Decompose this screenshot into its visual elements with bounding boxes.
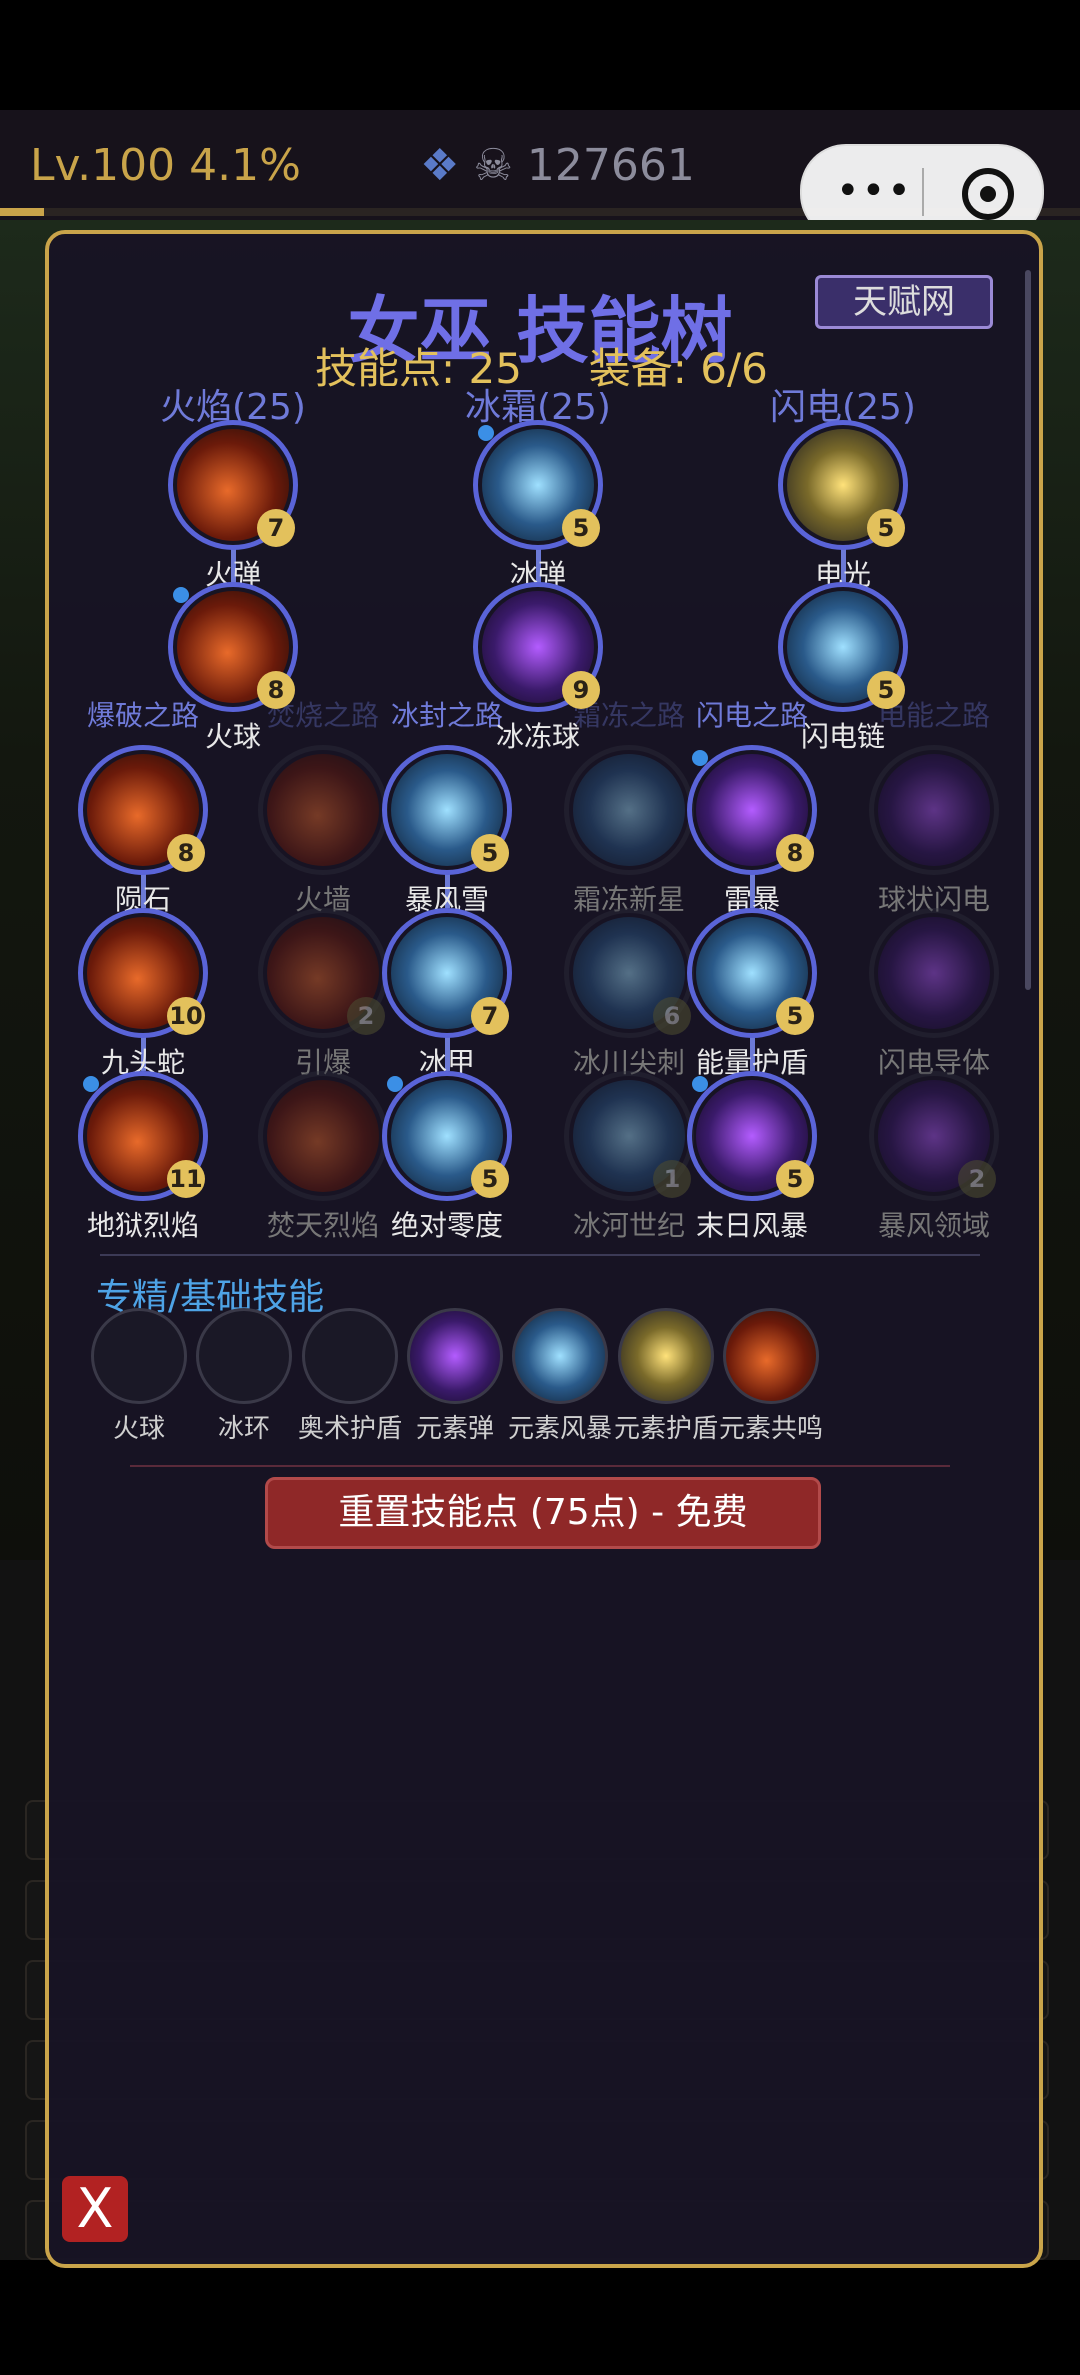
equipped-dot bbox=[83, 1076, 99, 1092]
skill-level-badge: 5 bbox=[562, 509, 600, 547]
skill-label: 冰冻球 bbox=[495, 720, 580, 753]
skill-level-badge: 8 bbox=[167, 834, 205, 872]
skill-art-icon bbox=[267, 754, 379, 866]
equipped-dot bbox=[173, 587, 189, 603]
skill-node[interactable] bbox=[258, 1071, 388, 1201]
skill-label: 暴风领域 bbox=[877, 1209, 990, 1242]
equipped-dot bbox=[387, 1076, 403, 1092]
base-skill-slot[interactable] bbox=[512, 1308, 608, 1404]
skill-node[interactable] bbox=[869, 745, 999, 875]
skill-level-badge: 1 bbox=[653, 1160, 691, 1198]
close-button[interactable]: X bbox=[62, 2176, 128, 2242]
base-skill-label: 元素护盾 bbox=[613, 1414, 718, 1444]
skill-tree: 爆破之路 焚烧之路 冰封之路 霜冻之路 闪电之路 电能之路 7 火弹 5 冰弹 5 电光 8 火球 9 冰冻球… bbox=[0, 0, 1080, 1300]
base-skill-label: 冰环 bbox=[217, 1414, 270, 1444]
base-skill-label: 元素风暴 bbox=[507, 1414, 612, 1444]
skill-level-badge: 8 bbox=[776, 834, 814, 872]
base-skill-label: 元素弹 bbox=[415, 1414, 494, 1444]
skill-art-icon bbox=[573, 754, 685, 866]
equipped-dot bbox=[692, 750, 708, 766]
equipped-dot bbox=[692, 1076, 708, 1092]
skill-label: 地狱烈焰 bbox=[86, 1209, 199, 1242]
skill-level-badge: 5 bbox=[867, 671, 905, 709]
skill-label: 火球 bbox=[204, 720, 261, 753]
skill-level-badge: 2 bbox=[958, 1160, 996, 1198]
base-skill-slot[interactable] bbox=[196, 1308, 292, 1404]
base-skill-slot[interactable] bbox=[302, 1308, 398, 1404]
base-skill-label: 火球 bbox=[112, 1414, 165, 1444]
skill-level-badge: 5 bbox=[867, 509, 905, 547]
skill-level-badge: 9 bbox=[562, 671, 600, 709]
skill-level-badge: 7 bbox=[471, 997, 509, 1035]
base-skill-label: 奥术护盾 bbox=[297, 1414, 402, 1444]
skill-label: 绝对零度 bbox=[390, 1209, 503, 1242]
reset-divider bbox=[130, 1465, 950, 1467]
skill-node[interactable] bbox=[258, 745, 388, 875]
skill-level-badge: 5 bbox=[776, 997, 814, 1035]
base-skill-slot[interactable] bbox=[91, 1308, 187, 1404]
skill-node[interactable] bbox=[869, 908, 999, 1038]
skill-node[interactable] bbox=[564, 745, 694, 875]
equipped-dot bbox=[478, 425, 494, 441]
skill-level-badge: 6 bbox=[653, 997, 691, 1035]
skill-level-badge: 5 bbox=[471, 834, 509, 872]
skill-level-badge: 7 bbox=[257, 509, 295, 547]
skill-level-badge: 2 bbox=[347, 997, 385, 1035]
base-skill-slot[interactable] bbox=[407, 1308, 503, 1404]
base-skills: 火球 冰环 奥术护盾 元素弹 元素风暴 元素护盾 元素共鸣 bbox=[0, 1300, 1080, 1450]
skill-level-badge: 11 bbox=[167, 1160, 205, 1198]
skill-label: 闪电链 bbox=[800, 720, 885, 753]
skill-art-icon bbox=[878, 917, 990, 1029]
skill-level-badge: 10 bbox=[167, 997, 205, 1035]
base-skill-label: 元素共鸣 bbox=[718, 1414, 823, 1444]
base-skill-slot[interactable] bbox=[723, 1308, 819, 1404]
base-skill-slot[interactable] bbox=[618, 1308, 714, 1404]
skill-art-icon bbox=[878, 754, 990, 866]
section-divider bbox=[100, 1254, 980, 1256]
skill-level-badge: 5 bbox=[776, 1160, 814, 1198]
skill-level-badge: 8 bbox=[257, 671, 295, 709]
skill-level-badge: 5 bbox=[471, 1160, 509, 1198]
reset-skill-points-button[interactable]: 重置技能点 (75点) - 免费 bbox=[265, 1477, 821, 1549]
skill-art-icon bbox=[267, 1080, 379, 1192]
skill-label: 末日风暴 bbox=[695, 1209, 808, 1242]
